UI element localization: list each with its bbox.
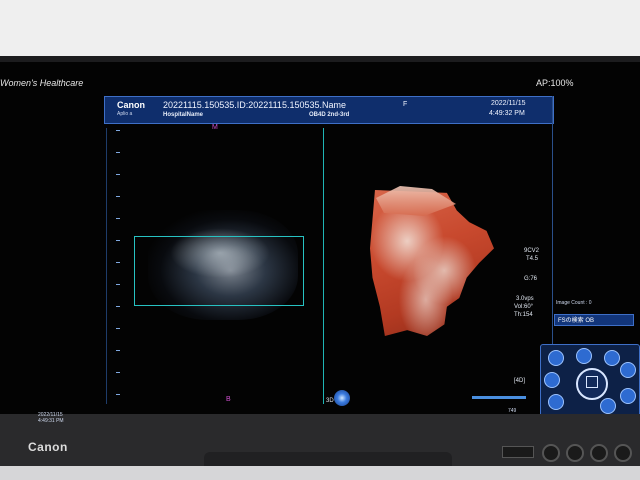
cube-icon xyxy=(586,376,598,388)
hw-button-3[interactable] xyxy=(590,444,608,462)
view-front-icon[interactable] xyxy=(576,348,592,364)
ap-indicator: AP:100% xyxy=(536,78,574,88)
home-icon[interactable] xyxy=(544,372,560,388)
zoom-icon[interactable] xyxy=(548,394,564,410)
view-3d-label: 3D xyxy=(326,398,334,404)
device-model: Aplio a xyxy=(117,111,133,117)
volume-angle-label: Vol:60° xyxy=(514,304,534,310)
exam-time: 4:49:32 PM xyxy=(489,110,525,117)
desk-surface xyxy=(0,466,640,480)
view-side-icon[interactable] xyxy=(604,350,620,366)
gain-slider[interactable] xyxy=(472,396,526,399)
hardware-indicator xyxy=(502,446,534,458)
render-mode-icon[interactable] xyxy=(600,398,616,414)
image-count: Image Count : 0 xyxy=(556,300,592,306)
ultrasound-screen: Women's Healthcare AP:100% Canon Aplio a… xyxy=(0,62,640,414)
wall-background xyxy=(0,0,640,56)
patient-id-name: 20221115.150535.ID:20221115.150535.Name xyxy=(163,100,346,110)
hospital-name: HospitalName xyxy=(163,112,204,118)
exam-preset: OB4D 2nd-3rd xyxy=(309,112,350,118)
patient-bar-logo: Canon xyxy=(117,100,145,110)
app-title: Women's Healthcare xyxy=(0,78,84,88)
depth-scale xyxy=(116,130,120,400)
rotate-right-icon[interactable] xyxy=(620,362,636,378)
patient-info-bar[interactable]: Canon Aplio a 20221115.150535.ID:2022111… xyxy=(104,96,554,124)
hw-button-2[interactable] xyxy=(566,444,584,462)
right-info-panel xyxy=(552,96,640,368)
mode-4d-label: [4D] xyxy=(514,378,526,384)
bezel-logo: Canon xyxy=(28,440,68,454)
reset-icon[interactable] xyxy=(620,388,636,404)
hw-button-1[interactable] xyxy=(542,444,560,462)
threshold-label: Th:154 xyxy=(514,312,533,318)
orientation-marker-bottom: B xyxy=(226,396,231,403)
gain-value: 749 xyxy=(508,408,517,414)
exam-date: 2022/11/15 xyxy=(491,100,526,107)
volume-rate-label: 3.0vps xyxy=(516,296,534,302)
rotate-left-icon[interactable] xyxy=(548,350,564,366)
tis-label: T4.5 xyxy=(526,256,539,262)
patient-sex: F xyxy=(403,101,408,108)
gain-label: G:76 xyxy=(524,276,538,282)
roi-box[interactable] xyxy=(134,236,304,306)
orientation-marker-top: M xyxy=(212,124,218,131)
power-button[interactable] xyxy=(614,444,632,462)
3d-toggle-button[interactable] xyxy=(334,390,350,406)
probe-label: 9CV2 xyxy=(524,248,540,254)
search-selection-label: FSの検索 OB xyxy=(558,318,595,324)
screen-time: 4:49:31 PM xyxy=(38,418,64,424)
